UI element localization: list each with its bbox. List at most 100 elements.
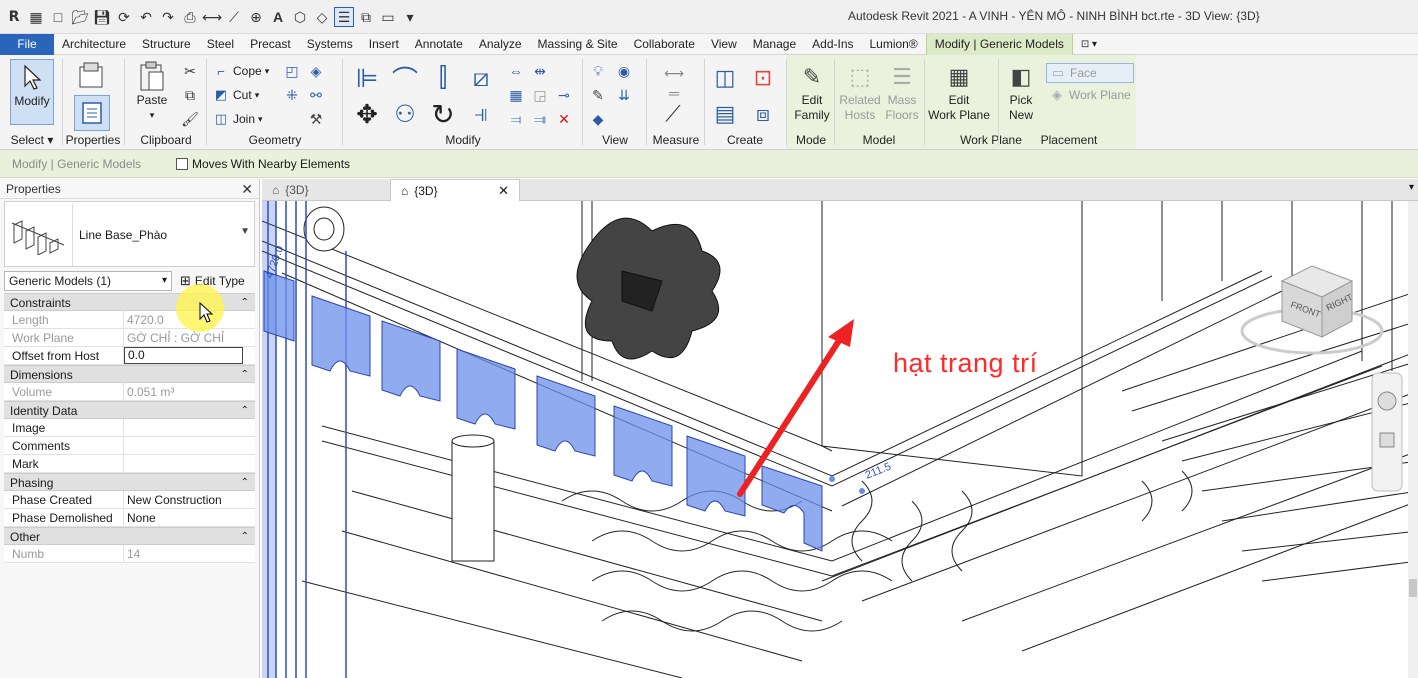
redo-icon[interactable]: ↷ [158, 7, 178, 27]
undo-icon[interactable]: ↶ [136, 7, 156, 27]
related-hosts-button[interactable]: ⬚ Related Hosts [838, 59, 882, 123]
close-icon[interactable]: ✕ [241, 179, 253, 199]
tab-systems[interactable]: Systems [299, 34, 361, 55]
tab-annotate[interactable]: Annotate [407, 34, 471, 55]
work-plane-placement-button[interactable]: ◈ Work Plane [1046, 85, 1134, 105]
override-graphics-icon[interactable]: 💡︎ [588, 61, 608, 81]
recent-files-icon[interactable]: ▦ [26, 7, 46, 27]
aligned-dimension-icon[interactable]: ⟋ [224, 7, 244, 27]
param-mark[interactable]: Mark [4, 455, 255, 473]
paste-button[interactable]: Paste ▾ [132, 59, 172, 123]
dimension-right[interactable]: 211.5 [864, 461, 893, 482]
param-image[interactable]: Image [4, 419, 255, 437]
hammer-icon[interactable]: ⚒ [306, 109, 326, 129]
collapse-icon[interactable]: ⌃ [241, 366, 249, 384]
offset-input[interactable]: 0.0 [124, 347, 243, 364]
collapse-icon[interactable]: ⌃ [241, 474, 249, 492]
mass-floors-button[interactable]: ☰ Mass Floors [882, 59, 922, 123]
rotate-icon[interactable]: ↻ [426, 97, 460, 131]
tab-file[interactable]: File [0, 33, 54, 55]
open-icon[interactable]: 📂︎ [70, 7, 90, 27]
instance-filter-select[interactable]: Generic Models (1) ▾ [4, 271, 172, 291]
create-similar-icon[interactable]: ⧈ [746, 97, 780, 131]
navigation-bar[interactable] [1371, 372, 1403, 492]
mirror-axis-icon[interactable]: ⫿ [426, 61, 460, 95]
tab-overflow-icon[interactable]: ▾ [1409, 182, 1414, 193]
group-other[interactable]: Other ⌃ [4, 527, 255, 545]
tab-add-ins[interactable]: Add-Ins [804, 34, 861, 55]
isolate-icon[interactable]: ◆ [588, 109, 608, 129]
split-face-icon[interactable]: ◰ [282, 61, 302, 81]
tag-icon[interactable]: ⊕ [246, 7, 266, 27]
param-comments[interactable]: Comments [4, 437, 255, 455]
close-hidden-icon[interactable]: ⧉ [356, 7, 376, 27]
demolish-icon[interactable]: ⚯ [306, 85, 326, 105]
trim-single-icon[interactable]: ⫤ [506, 109, 526, 129]
default-3d-view-icon[interactable]: ⬡ [290, 7, 310, 27]
modify-button[interactable]: Modify [10, 59, 54, 125]
measure-between-icon[interactable]: ⟷ [652, 63, 696, 83]
select-dropdown[interactable]: Select ▾ [4, 133, 60, 147]
cut-geometry-button[interactable]: ◩ Cut ▾ [212, 85, 259, 105]
tab-massing-site[interactable]: Massing & Site [530, 34, 626, 55]
face-button[interactable]: ▭ Face [1046, 63, 1134, 83]
mirror-draw-icon[interactable]: ⧄ [464, 61, 498, 95]
param-phase-created[interactable]: Phase Created New Construction [4, 491, 255, 509]
create-assembly-icon[interactable]: ▤ [708, 97, 742, 131]
move-icon[interactable]: ✥ [350, 97, 384, 131]
tab-lumion[interactable]: Lumion® [862, 34, 926, 55]
create-group-icon[interactable]: ⊡ [746, 61, 780, 95]
chevron-down-icon[interactable]: ▼ [240, 226, 250, 237]
viewcube[interactable]: FRONT RIGHT [1240, 265, 1384, 355]
ribbon-minimize-icon[interactable]: ⊡ ▾ [1073, 34, 1105, 55]
print-icon[interactable]: ⎙ [180, 7, 200, 27]
param-phase-demolished[interactable]: Phase Demolished None [4, 509, 255, 527]
type-selector[interactable]: Line Base_Phào ▼ [4, 201, 255, 267]
cope-button[interactable]: ⌐ Cope ▾ [212, 61, 269, 81]
tab-3d-view-active[interactable]: ⌂ {3D} ✕ [390, 179, 520, 201]
section-icon[interactable]: ◇ [312, 7, 332, 27]
edit-work-plane-button[interactable]: ▦ Edit Work Plane [926, 59, 992, 123]
cut-clipboard-icon[interactable]: ✂ [180, 61, 200, 81]
customize-qa-icon[interactable]: ▾ [400, 7, 420, 27]
trim-multiple-icon[interactable]: ⫥ [530, 109, 550, 129]
linework-icon[interactable]: ✎ [588, 85, 608, 105]
edit-family-button[interactable]: ✎ Edit Family [792, 59, 832, 123]
group-dimensions[interactable]: Dimensions ⌃ [4, 365, 255, 383]
save-icon[interactable]: 💾︎ [92, 7, 112, 27]
match-type-icon[interactable]: 🖌︎ [180, 109, 200, 129]
instance-properties-button[interactable] [74, 95, 110, 131]
collapse-icon[interactable]: ⌃ [241, 528, 249, 546]
join-button[interactable]: ◫ Join ▾ [212, 109, 263, 129]
split-icon[interactable]: ⇔ [506, 61, 526, 81]
tab-modify-generic-models[interactable]: Modify | Generic Models [925, 33, 1073, 55]
tab-architecture[interactable]: Architecture [54, 34, 134, 55]
group-phasing[interactable]: Phasing ⌃ [4, 473, 255, 491]
revit-logo-icon[interactable]: R [4, 7, 24, 27]
tab-view[interactable]: View [703, 34, 745, 55]
type-properties-button[interactable] [74, 59, 108, 93]
copy-icon[interactable]: ⧉ [180, 85, 200, 105]
tab-steel[interactable]: Steel [199, 34, 242, 55]
measure-icon[interactable]: ⟷ [202, 7, 222, 27]
collapse-icon[interactable]: ⌃ [241, 294, 249, 312]
close-tab-icon[interactable]: ✕ [498, 183, 509, 199]
viewport-scrollbar[interactable] [1409, 579, 1417, 597]
collapse-icon[interactable]: ⌃ [241, 402, 249, 420]
tab-manage[interactable]: Manage [745, 34, 804, 55]
aligned-dimension-tool-icon[interactable]: ⟋ [656, 97, 690, 131]
pin-icon[interactable]: ⊸ [554, 85, 574, 105]
sync-icon[interactable]: ⟳ [114, 7, 134, 27]
tab-structure[interactable]: Structure [134, 34, 199, 55]
array-icon[interactable]: ▦ [506, 85, 526, 105]
wall-joins-icon[interactable]: ⁜ [282, 85, 302, 105]
tab-collaborate[interactable]: Collaborate [626, 34, 703, 55]
tab-analyze[interactable]: Analyze [471, 34, 530, 55]
text-icon[interactable]: A [268, 7, 288, 27]
create-parts-icon[interactable]: ◫ [708, 61, 742, 95]
moves-with-nearby-checkbox[interactable] [176, 157, 188, 170]
hide-element-icon[interactable]: ⇊ [614, 85, 634, 105]
delete-icon[interactable]: ✕ [554, 109, 574, 129]
group-identity-data[interactable]: Identity Data ⌃ [4, 401, 255, 419]
scale-icon[interactable]: ◲ [530, 85, 550, 105]
